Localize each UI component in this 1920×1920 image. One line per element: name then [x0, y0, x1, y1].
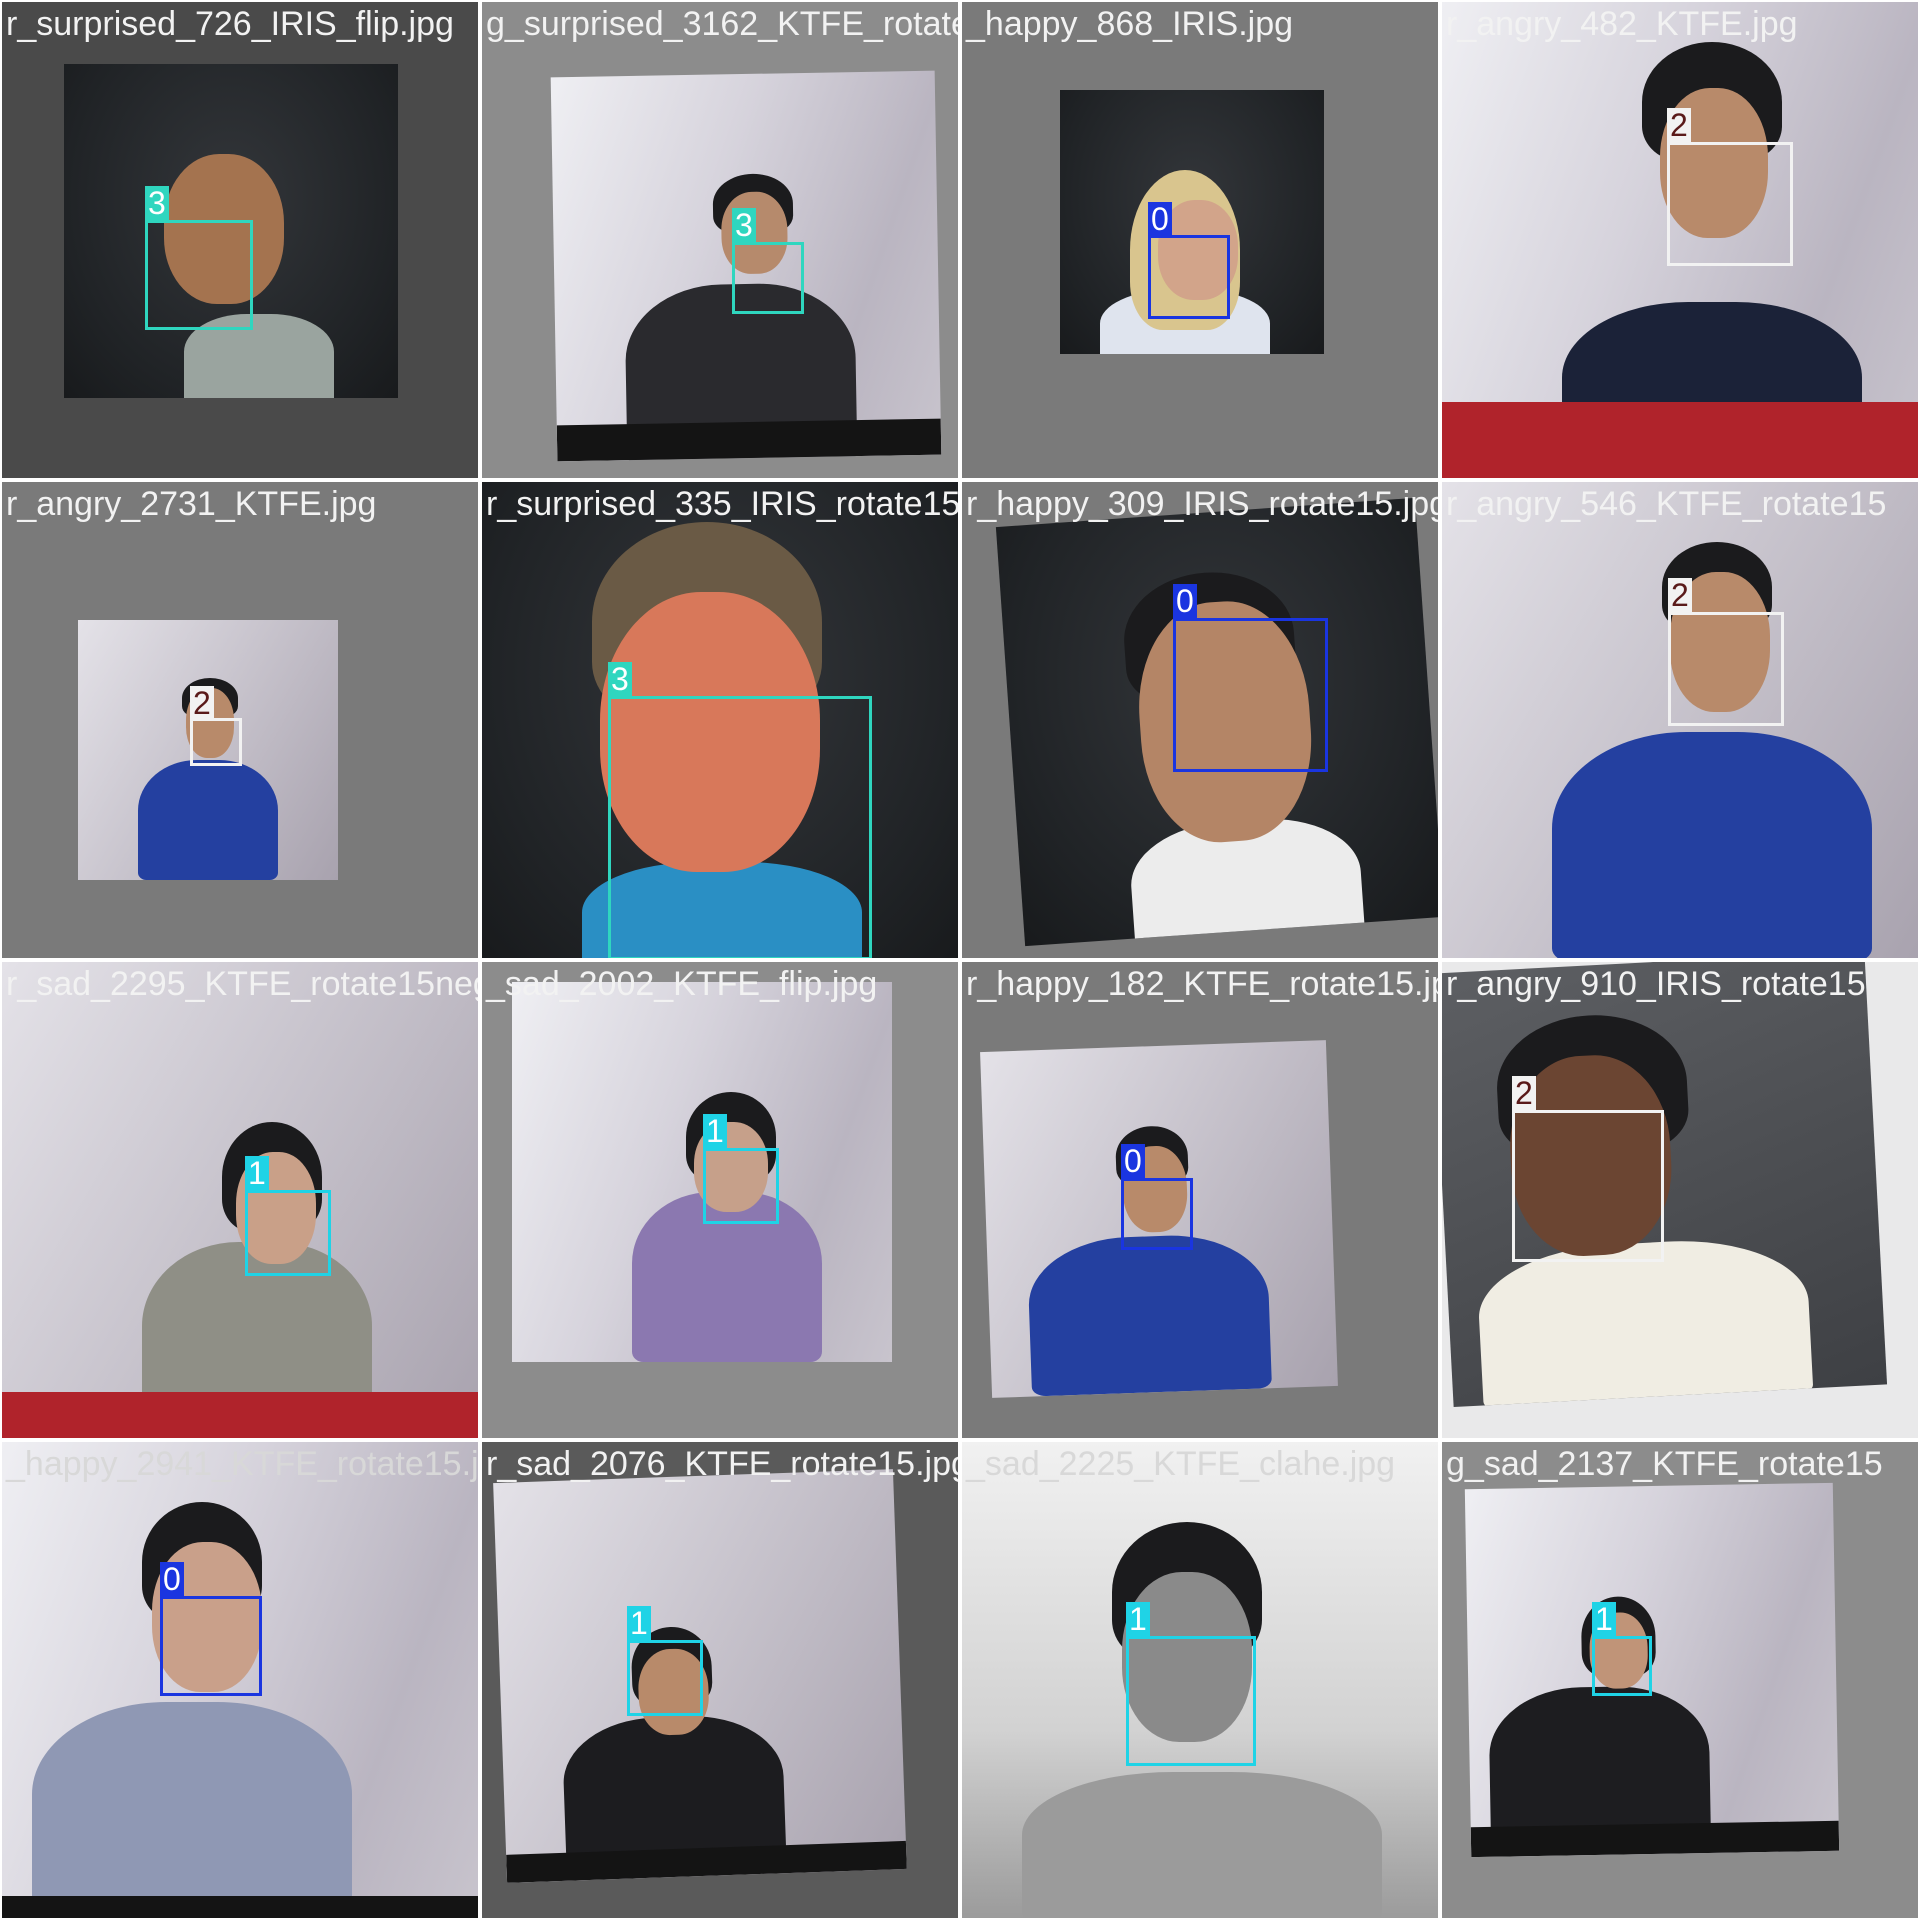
mosaic-tile: 0 _happy_2941_KTFE_rotate15.jpg: [0, 1440, 480, 1920]
face-photo: [1464, 1482, 1840, 1858]
image-filename: _happy_2941_KTFE_rotate15.jpg: [6, 1445, 480, 1483]
mosaic-tile: 2 r_angry_546_KTFE_rotate15: [1440, 480, 1920, 960]
mosaic-tile: 3 r_surprised_335_IRIS_rotate15.jpg: [480, 480, 960, 960]
class-id-tag: 1: [245, 1156, 269, 1190]
mosaic-tile: 2 r_angry_910_IRIS_rotate15: [1440, 960, 1920, 1440]
detection-box: [608, 696, 872, 958]
image-filename: _sad_2002_KTFE_flip.jpg: [486, 965, 878, 1003]
class-id-tag: 3: [608, 662, 632, 696]
detection-box: [245, 1190, 331, 1276]
class-id-tag: 3: [145, 186, 169, 220]
mosaic-tile: 2 r_angry_2731_KTFE.jpg: [0, 480, 480, 960]
detection-box: [1126, 1636, 1256, 1766]
class-id-tag: 2: [1512, 1076, 1536, 1110]
image-filename: r_angry_2731_KTFE.jpg: [6, 485, 377, 523]
detection-mosaic: 3 r_surprised_726_IRIS_flip.jpg 3 g_surp…: [0, 0, 1920, 1920]
detection-box: [627, 1640, 703, 1716]
detection-box: [160, 1596, 262, 1696]
mosaic-tile: 0 _happy_868_IRIS.jpg: [960, 0, 1440, 480]
mosaic-tile: 1 r_sad_2076_KTFE_rotate15.jpg: [480, 1440, 960, 1920]
detection-box: [1592, 1636, 1652, 1696]
mosaic-tile: 2 r_angry_482_KTFE.jpg: [1440, 0, 1920, 480]
class-id-tag: 3: [732, 208, 756, 242]
mosaic-tile: 1 _sad_2225_KTFE_clahe.jpg: [960, 1440, 1440, 1920]
image-filename: r_angry_482_KTFE.jpg: [1446, 5, 1798, 43]
mosaic-tile: 3 g_surprised_3162_KTFE_rotate15neg.jpg: [480, 0, 960, 480]
image-filename: r_sad_2076_KTFE_rotate15.jpg: [486, 1445, 960, 1483]
image-filename: r_surprised_726_IRIS_flip.jpg: [6, 5, 454, 43]
class-id-tag: 2: [1668, 578, 1692, 612]
detection-box: [145, 220, 253, 330]
mosaic-tile: 1 g_sad_2137_KTFE_rotate15: [1440, 1440, 1920, 1920]
image-filename: r_surprised_335_IRIS_rotate15.jpg: [486, 485, 960, 523]
face-photo: [512, 982, 892, 1362]
mosaic-tile: 3 r_surprised_726_IRIS_flip.jpg: [0, 0, 480, 480]
class-id-tag: 1: [1592, 1602, 1616, 1636]
class-id-tag: 2: [190, 686, 214, 720]
image-filename: r_sad_2295_KTFE_rotate15neg.jpg: [6, 965, 478, 1003]
mosaic-tile: 0 r_happy_309_IRIS_rotate15.jpg: [960, 480, 1440, 960]
class-id-tag: 0: [160, 1562, 184, 1596]
detection-box: [190, 718, 242, 766]
image-filename: _sad_2225_KTFE_clahe.jpg: [966, 1445, 1396, 1483]
detection-box: [1148, 235, 1230, 319]
detection-box: [1668, 612, 1784, 726]
class-id-tag: 1: [627, 1606, 651, 1640]
detection-box: [1121, 1178, 1193, 1250]
class-id-tag: 2: [1667, 108, 1691, 142]
detection-box: [1667, 142, 1793, 266]
image-filename: r_angry_546_KTFE_rotate15: [1446, 485, 1887, 523]
mosaic-tile: 1 _sad_2002_KTFE_flip.jpg: [480, 960, 960, 1440]
detection-box: [732, 242, 804, 314]
image-filename: r_angry_910_IRIS_rotate15: [1446, 965, 1866, 1003]
mosaic-tile: 0 r_happy_182_KTFE_rotate15.jpg: [960, 960, 1440, 1440]
class-id-tag: 1: [1126, 1602, 1150, 1636]
image-filename: g_sad_2137_KTFE_rotate15: [1446, 1445, 1883, 1483]
class-id-tag: 1: [703, 1114, 727, 1148]
mosaic-tile: 1 r_sad_2295_KTFE_rotate15neg.jpg: [0, 960, 480, 1440]
face-photo: [2, 962, 478, 1438]
image-filename: r_happy_309_IRIS_rotate15.jpg: [966, 485, 1440, 523]
detection-box: [1173, 618, 1328, 772]
detection-box: [703, 1148, 779, 1224]
class-id-tag: 0: [1148, 202, 1172, 236]
class-id-tag: 0: [1173, 584, 1197, 618]
image-filename: _happy_868_IRIS.jpg: [966, 5, 1294, 43]
detection-box: [1512, 1110, 1664, 1262]
class-id-tag: 0: [1121, 1144, 1145, 1178]
image-filename: g_surprised_3162_KTFE_rotate15neg.jpg: [486, 5, 958, 43]
image-filename: r_happy_182_KTFE_rotate15.jpg: [966, 965, 1440, 1003]
